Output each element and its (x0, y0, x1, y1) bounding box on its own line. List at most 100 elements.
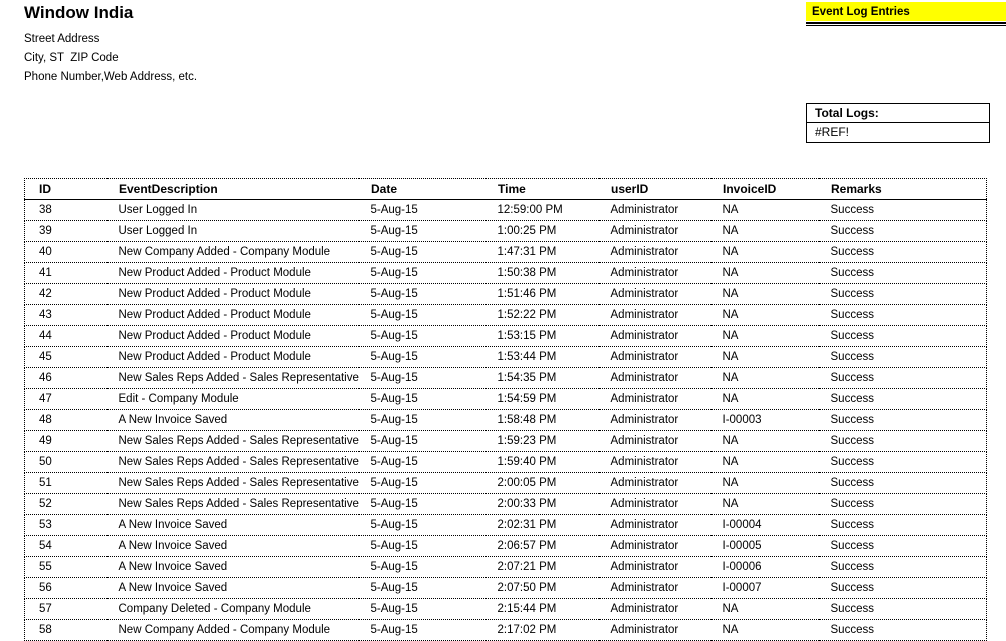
cell-description: New Sales Reps Added - Sales Representat… (106, 451, 359, 473)
cell-userid: Administrator (598, 199, 711, 221)
cell-remarks: Success (818, 388, 987, 410)
cell-userid: Administrator (598, 241, 711, 263)
cell-time: 1:51:46 PM (485, 283, 599, 305)
cell-userid: Administrator (598, 577, 711, 599)
company-name: Window India (24, 3, 134, 22)
cell-id: 45 (24, 346, 107, 368)
cell-description: A New Invoice Saved (106, 514, 359, 536)
cell-invoiceid: NA (710, 283, 819, 305)
cell-id: 58 (24, 619, 107, 641)
cell-id: 48 (24, 409, 107, 431)
cell-remarks: Success (818, 199, 987, 221)
company-address-line-street: Street Address (24, 33, 100, 45)
cell-time: 2:00:05 PM (485, 472, 599, 494)
table-row: 55 A New Invoice Saved 5-Aug-15 2:07:21 PM A… (24, 556, 987, 578)
company-address-line-city: City, ST ZIP Code (24, 52, 119, 64)
cell-date: 5-Aug-15 (358, 346, 486, 368)
cell-id: 46 (24, 367, 107, 389)
cell-id: 56 (24, 577, 107, 599)
table-row: 43 New Product Added - Product Module 5-Au… (24, 304, 987, 326)
table-row: 52 New Sales Reps Added - Sales Represent… (24, 493, 987, 515)
cell-invoiceid: NA (710, 388, 819, 410)
column-header-date: Date (358, 178, 486, 200)
cell-invoiceid: I-00003 (710, 409, 819, 431)
table-row: 57 Company Deleted - Company Module 5-Aug-… (24, 598, 987, 620)
cell-description: New Sales Reps Added - Sales Representat… (106, 430, 359, 452)
cell-time: 2:00:33 PM (485, 493, 599, 515)
table-row: 41 New Product Added - Product Module 5-Au… (24, 262, 987, 284)
cell-id: 52 (24, 493, 107, 515)
table-row: 51 New Sales Reps Added - Sales Represent… (24, 472, 987, 494)
cell-date: 5-Aug-15 (358, 577, 486, 599)
cell-description: A New Invoice Saved (106, 535, 359, 557)
cell-id: 50 (24, 451, 107, 473)
cell-remarks: Success (818, 241, 987, 263)
cell-description: A New Invoice Saved (106, 577, 359, 599)
cell-description: New Product Added - Product Module (106, 304, 359, 326)
cell-description: New Product Added - Product Module (106, 262, 359, 284)
cell-userid: Administrator (598, 619, 711, 641)
column-header-time: Time (485, 178, 599, 200)
table-row: 40 New Company Added - Company Module 5-Au… (24, 241, 987, 263)
cell-description: New Sales Reps Added - Sales Representat… (106, 472, 359, 494)
cell-description: A New Invoice Saved (106, 556, 359, 578)
cell-time: 1:59:40 PM (485, 451, 599, 473)
cell-description: New Product Added - Product Module (106, 283, 359, 305)
cell-userid: Administrator (598, 472, 711, 494)
report-title-banner: Event Log Entries (806, 2, 1006, 26)
column-header-id: ID (24, 178, 107, 200)
cell-invoiceid: NA (710, 199, 819, 221)
cell-description: Company Deleted - Company Module (106, 598, 359, 620)
cell-date: 5-Aug-15 (358, 388, 486, 410)
cell-date: 5-Aug-15 (358, 472, 486, 494)
cell-id: 39 (24, 220, 107, 242)
cell-remarks: Success (818, 346, 987, 368)
table-row: 48 A New Invoice Saved 5-Aug-15 1:58:48 PM A… (24, 409, 987, 431)
cell-invoiceid: NA (710, 325, 819, 347)
cell-description: New Company Added - Company Module (106, 619, 359, 641)
cell-date: 5-Aug-15 (358, 241, 486, 263)
table-row: 56 A New Invoice Saved 5-Aug-15 2:07:50 PM A… (24, 577, 987, 599)
cell-date: 5-Aug-15 (358, 619, 486, 641)
cell-date: 5-Aug-15 (358, 598, 486, 620)
cell-remarks: Success (818, 598, 987, 620)
cell-userid: Administrator (598, 346, 711, 368)
cell-remarks: Success (818, 472, 987, 494)
cell-date: 5-Aug-15 (358, 409, 486, 431)
cell-userid: Administrator (598, 262, 711, 284)
cell-id: 51 (24, 472, 107, 494)
cell-time: 2:17:02 PM (485, 619, 599, 641)
cell-date: 5-Aug-15 (358, 430, 486, 452)
cell-time: 2:07:50 PM (485, 577, 599, 599)
cell-remarks: Success (818, 262, 987, 284)
event-log-table-container: ID EventDescription Date Time userID Inv… (24, 178, 987, 641)
cell-invoiceid: NA (710, 304, 819, 326)
cell-invoiceid: NA (710, 493, 819, 515)
table-header-row: ID EventDescription Date Time userID Inv… (24, 178, 987, 200)
table-row: 58 New Company Added - Company Module 5-Au… (24, 619, 987, 641)
cell-userid: Administrator (598, 367, 711, 389)
cell-description: New Product Added - Product Module (106, 325, 359, 347)
cell-remarks: Success (818, 556, 987, 578)
cell-time: 1:54:59 PM (485, 388, 599, 410)
company-address-line-contact: Phone Number,Web Address, etc. (24, 71, 198, 83)
cell-remarks: Success (818, 325, 987, 347)
cell-userid: Administrator (598, 514, 711, 536)
cell-invoiceid: NA (710, 367, 819, 389)
cell-invoiceid: I-00006 (710, 556, 819, 578)
cell-remarks: Success (818, 451, 987, 473)
cell-id: 55 (24, 556, 107, 578)
cell-userid: Administrator (598, 304, 711, 326)
cell-time: 2:06:57 PM (485, 535, 599, 557)
total-logs-box: Total Logs: #REF! (806, 103, 990, 143)
cell-description: User Logged In (106, 220, 359, 242)
cell-invoiceid: I-00004 (710, 514, 819, 536)
cell-time: 12:59:00 PM (485, 199, 599, 221)
cell-id: 38 (24, 199, 107, 221)
cell-time: 1:53:44 PM (485, 346, 599, 368)
cell-date: 5-Aug-15 (358, 535, 486, 557)
cell-invoiceid: NA (710, 451, 819, 473)
cell-remarks: Success (818, 220, 987, 242)
cell-id: 41 (24, 262, 107, 284)
cell-remarks: Success (818, 304, 987, 326)
